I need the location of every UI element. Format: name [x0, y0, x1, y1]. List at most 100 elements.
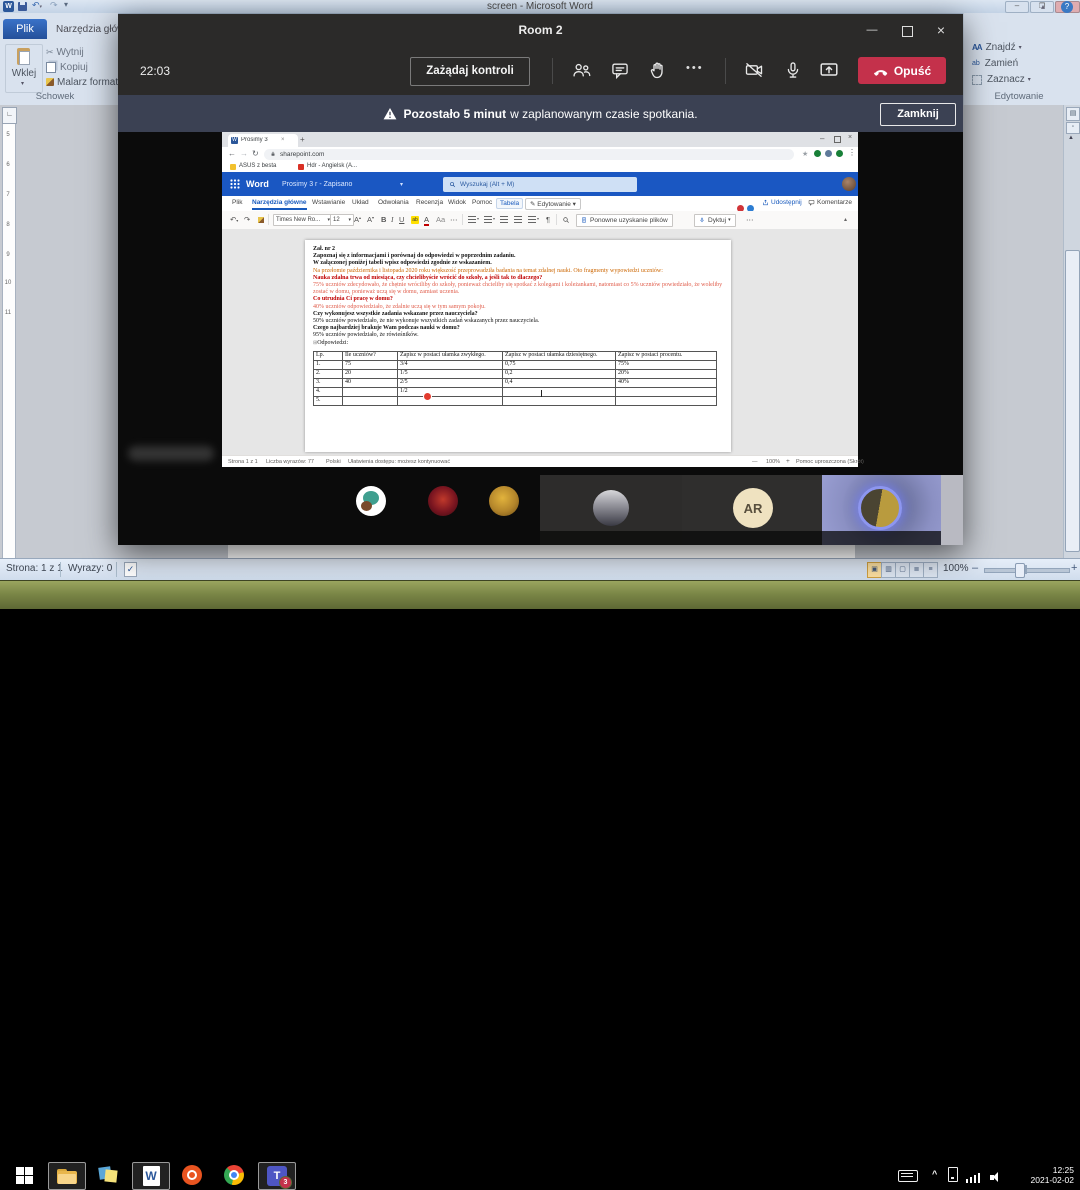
- camera-off-icon[interactable]: [743, 60, 765, 80]
- font-name: Times New Ro...: [276, 217, 320, 223]
- divider: [552, 58, 553, 84]
- network-signal-icon[interactable]: [966, 1179, 968, 1183]
- tab-narzedzia-glowne[interactable]: Narzędzia głów: [56, 24, 124, 35]
- ruler-toggle-icon[interactable]: ▤: [1066, 107, 1080, 121]
- ubuntu-icon: [182, 1165, 202, 1185]
- spellcheck-icon[interactable]: ✓: [124, 562, 137, 577]
- paste-button[interactable]: Wklej ▾: [5, 44, 43, 93]
- coauthor-presence-badge: [423, 392, 432, 401]
- word-online-status-bar: Strona 1 z 1 Liczba wyrazów: 77 Polski U…: [222, 455, 858, 467]
- workspace-below-right: [855, 545, 963, 558]
- share-screen-icon[interactable]: [818, 59, 840, 81]
- display-tray-icon[interactable]: [948, 1167, 958, 1182]
- taskbar-explorer-button[interactable]: [48, 1162, 86, 1190]
- taskbar-sticky-notes-button[interactable]: [90, 1162, 126, 1188]
- start-button[interactable]: [6, 1162, 42, 1188]
- request-control-button[interactable]: Zażądaj kontroli: [410, 57, 530, 86]
- share-label: Udostępnij: [771, 199, 802, 206]
- copy-button[interactable]: Kopiuj: [46, 61, 88, 73]
- leave-button[interactable]: Opuść: [858, 57, 946, 84]
- word-count[interactable]: Wyrazy: 0: [68, 563, 112, 574]
- save-icon[interactable]: [18, 2, 27, 11]
- split-handle-icon[interactable]: ▫: [1066, 122, 1080, 134]
- mic-icon[interactable]: [783, 59, 803, 81]
- scroll-up-icon[interactable]: ▲: [1068, 135, 1074, 141]
- window-minimize-button[interactable]: –: [1005, 1, 1029, 13]
- app-launcher-icon: [230, 179, 240, 189]
- new-tab-icon: +: [300, 135, 305, 144]
- collapse-ribbon-icon: ▴: [844, 216, 847, 223]
- more-options-icon[interactable]: •••: [686, 62, 704, 74]
- undo-icon[interactable]: ↶▾: [32, 0, 42, 11]
- zoom-in-icon[interactable]: +: [1071, 562, 1077, 574]
- participant-avatar[interactable]: [489, 486, 519, 516]
- window-title: screen - Microsoft Word: [487, 1, 593, 12]
- view-web-button[interactable]: ▢: [895, 562, 910, 578]
- vertical-scrollbar[interactable]: ▤ ▫ ▲: [1063, 105, 1080, 558]
- taskbar-ubuntu-button[interactable]: [174, 1162, 210, 1188]
- zoom-level[interactable]: 100%: [943, 563, 969, 574]
- view-fullscreen-button[interactable]: ▥: [881, 562, 896, 578]
- help-icon[interactable]: ?: [1061, 1, 1073, 13]
- align-icon: [528, 216, 536, 223]
- shared-screen: W Prosimy 3 × + – × ← → ↻ sharepoint.com…: [222, 132, 858, 466]
- teams-minimize-button[interactable]: —: [858, 18, 886, 44]
- tab-title: Prosimy 3: [241, 137, 279, 143]
- file-catchup-button: Ponowne uzyskanie plików: [576, 214, 673, 227]
- divider: [60, 562, 61, 577]
- signal-bar: [970, 1177, 972, 1183]
- page-count[interactable]: Strona: 1 z 1: [6, 563, 63, 574]
- ruler-mark: 6: [3, 162, 13, 168]
- table-header-row: Lp. Ile uczniów? Zapisz w postaci ułamka…: [314, 351, 717, 360]
- find-button[interactable]: AA Znajdź ▾: [972, 41, 1022, 54]
- extension-shield-icon: [814, 150, 821, 157]
- tab-plik[interactable]: Plik: [3, 19, 47, 39]
- zoom-slider-track[interactable]: [984, 568, 1070, 573]
- participant-avatar[interactable]: [428, 486, 458, 516]
- taskbar-teams-button[interactable]: T 3: [258, 1162, 296, 1190]
- signal-bar: [974, 1175, 976, 1183]
- taskbar-word-button[interactable]: W: [132, 1162, 170, 1190]
- sticky-notes-icon: [99, 1167, 117, 1183]
- participant-avatar[interactable]: [356, 486, 386, 516]
- wo-language: Polski: [326, 459, 341, 465]
- view-draft-button[interactable]: ≡: [923, 562, 938, 578]
- word-ribbon-left: Plik Narzędzia głów Wklej ▾ ✂ Wytnij Kop…: [0, 13, 118, 106]
- scrollbar-thumb[interactable]: [1065, 250, 1080, 552]
- taskbar-chrome-button[interactable]: [216, 1162, 252, 1188]
- raise-hand-icon[interactable]: [648, 60, 668, 80]
- replace-button[interactable]: ab Zamień: [972, 57, 1018, 70]
- ribbon-collapse-icon[interactable]: ▴: [1041, 2, 1045, 11]
- dropdown-caret: ▾: [493, 216, 495, 221]
- banner-close-button[interactable]: Zamknij: [880, 103, 956, 126]
- chat-icon[interactable]: [610, 60, 630, 80]
- browser-maximize-icon: [834, 136, 841, 143]
- show-hidden-icons-chevron[interactable]: ^: [932, 1169, 937, 1179]
- font-size-box: 12▾: [330, 214, 354, 226]
- dictate-mic-icon: [699, 216, 705, 224]
- teams-toolbar: 22:03 Zażądaj kontroli ••• Opuść: [118, 48, 963, 95]
- zoom-slider-thumb[interactable]: [1015, 563, 1025, 578]
- ruler-mark: 5: [3, 132, 13, 138]
- view-outline-button[interactable]: ≣: [909, 562, 924, 578]
- zoom-out-icon[interactable]: –: [972, 562, 978, 574]
- select-button[interactable]: Zaznacz ▾: [972, 73, 1031, 86]
- redo-icon[interactable]: ↷: [50, 0, 58, 11]
- signal-bar: [978, 1173, 980, 1183]
- select-dropdown-icon: ▾: [1028, 76, 1031, 83]
- view-print-layout-button[interactable]: ▣: [867, 562, 882, 578]
- teams-maximize-button[interactable]: [892, 18, 920, 44]
- doc-line: Na przełomie października i listopada 20…: [313, 268, 723, 275]
- participants-icon[interactable]: [572, 60, 592, 80]
- comments-label: Komentarze: [817, 199, 852, 206]
- menu-recenzja: Recenzja: [416, 199, 443, 206]
- tab-stop-selector[interactable]: ∟: [2, 107, 17, 124]
- cut-button[interactable]: ✂ Wytnij: [46, 46, 84, 58]
- qat-options-icon[interactable]: ▾: [64, 0, 68, 9]
- browser-address-bar: ← → ↻ sharepoint.com ★ ⋮: [222, 147, 858, 162]
- taskbar-clock[interactable]: 12:25 2021-02-02: [1008, 1165, 1074, 1185]
- teams-close-button[interactable]: ×: [926, 18, 956, 44]
- menu-tabela: Tabela: [496, 198, 523, 209]
- keyboard-icon[interactable]: [898, 1170, 918, 1182]
- divider: [116, 562, 117, 577]
